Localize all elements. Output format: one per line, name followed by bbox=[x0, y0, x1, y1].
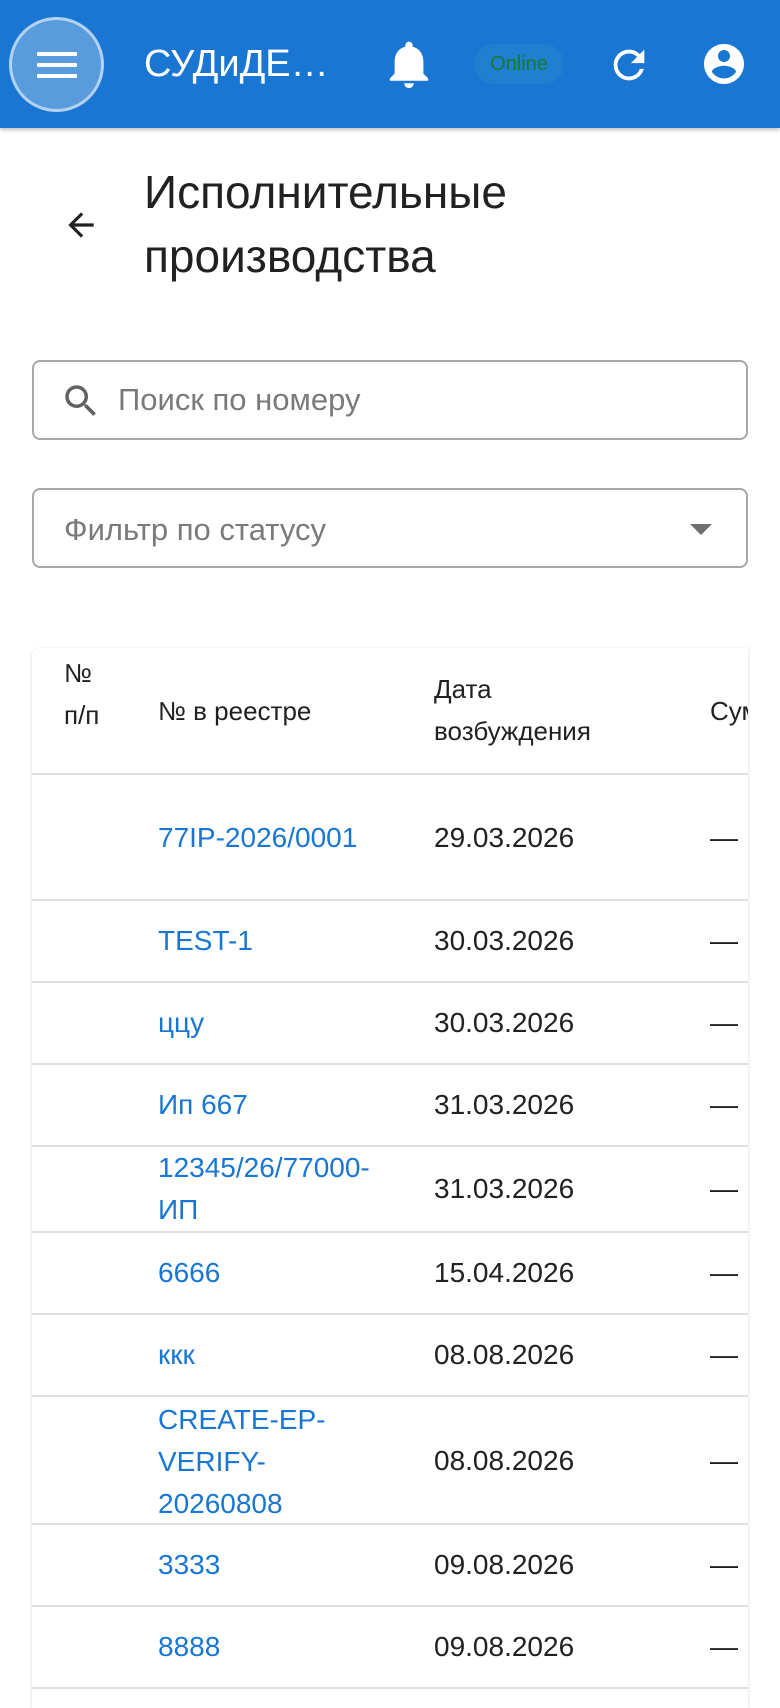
app-bar: СУДиДЕ… Online bbox=[0, 0, 780, 128]
header-num: № п/п bbox=[64, 658, 100, 730]
search-input[interactable] bbox=[116, 364, 716, 436]
dropdown-arrow-icon bbox=[690, 524, 712, 535]
enforcement-table: № п/п № в реестре Дата возбуждения Сум 7… bbox=[32, 648, 748, 1708]
sum-cell: — bbox=[710, 1339, 738, 1370]
registry-link[interactable]: ццу bbox=[158, 1002, 398, 1044]
sum-cell: — bbox=[710, 1445, 738, 1476]
sum-cell: — bbox=[710, 1257, 738, 1288]
sum-cell: — bbox=[710, 1631, 738, 1662]
date-cell: 30.03.2026 bbox=[434, 1007, 575, 1038]
date-cell: 08.08.2026 bbox=[434, 1445, 575, 1476]
table-row[interactable]: 3333 09.08.2026 — bbox=[32, 1525, 748, 1607]
header-registry[interactable]: № в реестре bbox=[158, 690, 311, 732]
refresh-icon[interactable] bbox=[606, 42, 652, 88]
table-row[interactable]: Ип 667 31.03.2026 — bbox=[32, 1065, 748, 1147]
menu-button[interactable] bbox=[9, 17, 104, 112]
date-cell: 09.08.2026 bbox=[434, 1549, 575, 1580]
sum-cell: — bbox=[710, 1089, 738, 1120]
status-filter-label: Фильтр по статусу bbox=[64, 512, 327, 547]
table-header: № п/п № в реестре Дата возбуждения Сум bbox=[32, 648, 748, 775]
table-row[interactable]: 12345/26/77000-ИП 31.03.2026 — bbox=[32, 1147, 748, 1233]
registry-link[interactable]: Ип 667 bbox=[158, 1084, 398, 1126]
registry-link[interactable]: CREATE-EP-VERIFY-20260808 bbox=[158, 1399, 358, 1525]
arrow-back-icon bbox=[68, 212, 94, 238]
page-title: Исполнительные производства bbox=[144, 166, 507, 282]
date-cell: 08.08.2026 bbox=[434, 1339, 575, 1370]
date-cell: 09.08.2026 bbox=[434, 1631, 575, 1662]
account-icon[interactable] bbox=[700, 40, 748, 88]
table-row[interactable]: ццу 30.03.2026 — bbox=[32, 983, 748, 1065]
sum-cell: — bbox=[710, 822, 738, 853]
app-title: СУДиДЕ… bbox=[144, 43, 329, 85]
table-row[interactable]: CREATE-EP-VERIFY-20260808 08.08.2026 — bbox=[32, 1397, 748, 1525]
registry-link[interactable]: 77IP-2026/0001 bbox=[158, 817, 398, 859]
registry-link[interactable]: 12345/26/77000-ИП bbox=[158, 1147, 398, 1231]
sum-cell: — bbox=[710, 1549, 738, 1580]
sum-cell: — bbox=[710, 1173, 738, 1204]
sum-cell: — bbox=[710, 925, 738, 956]
registry-link[interactable]: 3333 bbox=[158, 1544, 398, 1586]
bell-icon[interactable] bbox=[386, 40, 432, 90]
registry-link[interactable]: 6666 bbox=[158, 1252, 398, 1294]
table-row[interactable]: 6666 15.04.2026 — bbox=[32, 1233, 748, 1315]
table-row[interactable]: TEST-1 30.03.2026 — bbox=[32, 901, 748, 983]
header-sum[interactable]: Сум bbox=[710, 690, 748, 732]
date-cell: 29.03.2026 bbox=[434, 822, 575, 853]
back-button[interactable] bbox=[54, 198, 108, 252]
date-cell: 31.03.2026 bbox=[434, 1173, 575, 1204]
search-field bbox=[32, 360, 748, 440]
table-row[interactable]: 77IP-2026/0001 29.03.2026 — bbox=[32, 775, 748, 901]
date-cell: 31.03.2026 bbox=[434, 1089, 575, 1120]
registry-link[interactable]: 8888 bbox=[158, 1626, 398, 1668]
table-row[interactable]: 8888 09.08.2026 — bbox=[32, 1607, 748, 1689]
online-status-badge: Online bbox=[474, 44, 564, 84]
table-row[interactable]: ккк 08.08.2026 — bbox=[32, 1315, 748, 1397]
search-icon bbox=[65, 385, 96, 416]
registry-link[interactable]: TEST-1 bbox=[158, 920, 398, 962]
registry-link[interactable]: ккк bbox=[158, 1334, 398, 1376]
status-filter-select[interactable]: Фильтр по статусу bbox=[32, 488, 748, 568]
menu-icon bbox=[36, 51, 77, 78]
header-date[interactable]: Дата возбуждения bbox=[434, 668, 634, 752]
date-cell: 15.04.2026 bbox=[434, 1257, 575, 1288]
sum-cell: — bbox=[710, 1007, 738, 1038]
date-cell: 30.03.2026 bbox=[434, 925, 575, 956]
